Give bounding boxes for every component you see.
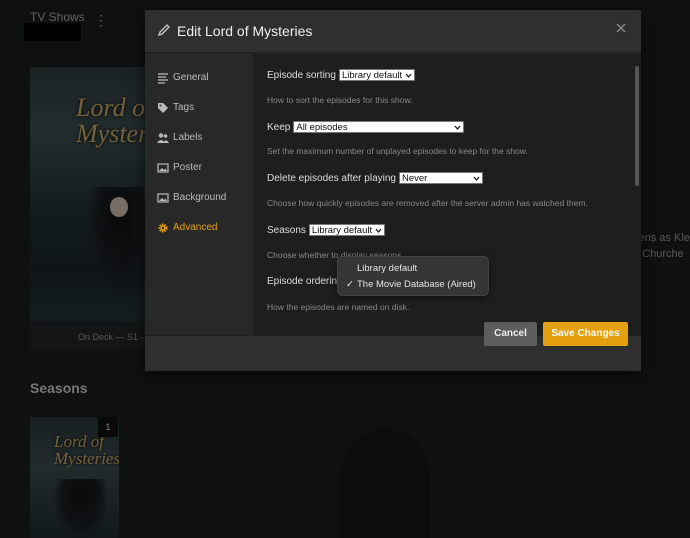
chevron-down-icon bbox=[473, 176, 480, 181]
episode-ordering-row: Episode ordering bbox=[267, 276, 346, 287]
delete-episodes-row: Delete episodes after playing Never bbox=[267, 172, 483, 184]
delete-episodes-help: Choose how quickly episodes are removed … bbox=[267, 198, 588, 208]
tag-icon bbox=[158, 103, 168, 113]
episode-ordering-label: Episode ordering bbox=[267, 276, 343, 287]
episode-sorting-value: Library default bbox=[341, 70, 403, 81]
delete-episodes-label: Delete episodes after playing bbox=[267, 172, 396, 184]
chevron-down-icon bbox=[454, 125, 461, 130]
dropdown-option-library-default[interactable]: Library default bbox=[357, 263, 417, 274]
episode-ordering-help: How the episodes are named on disk. bbox=[267, 302, 410, 312]
episode-ordering-dropdown: Library default ✓ The Movie Database (Ai… bbox=[337, 256, 489, 296]
image-icon bbox=[157, 193, 169, 203]
sidebar-item-label: Poster bbox=[173, 162, 202, 173]
checkmark-icon: ✓ bbox=[346, 279, 354, 290]
keep-label: Keep bbox=[267, 121, 291, 133]
scroll-thumb[interactable] bbox=[635, 66, 639, 186]
sidebar-item-label: Background bbox=[173, 192, 227, 203]
episode-sorting-row: Episode sorting Library default bbox=[267, 69, 416, 81]
episode-sorting-help: How to sort the episodes for this show. bbox=[267, 95, 413, 105]
seasons-row: Seasons Library default bbox=[267, 224, 386, 236]
seasons-value: Library default bbox=[311, 225, 373, 236]
dialog-header: Edit Lord of Mysteries bbox=[145, 10, 641, 53]
sidebar-item-label: Advanced bbox=[173, 222, 218, 233]
close-icon[interactable] bbox=[615, 22, 627, 34]
content-scrollbar[interactable] bbox=[632, 54, 641, 335]
keep-row: Keep All episodes bbox=[267, 121, 465, 133]
dialog-title: Edit Lord of Mysteries bbox=[177, 23, 313, 39]
sidebar-item-advanced[interactable]: Advanced bbox=[145, 214, 253, 242]
pencil-icon bbox=[157, 24, 170, 37]
chevron-down-icon bbox=[375, 228, 382, 233]
keep-select[interactable]: All episodes bbox=[293, 121, 465, 133]
seasons-select[interactable]: Library default bbox=[308, 224, 386, 236]
users-icon bbox=[157, 133, 169, 143]
sidebar-item-tags[interactable]: Tags bbox=[145, 94, 253, 122]
chevron-down-icon bbox=[405, 73, 412, 78]
edit-dialog: Edit Lord of Mysteries General Tags Labe… bbox=[145, 10, 641, 371]
delete-episodes-select[interactable]: Never bbox=[398, 172, 483, 184]
sidebar-item-general[interactable]: General bbox=[145, 64, 253, 92]
keep-help: Set the maximum number of unplayed episo… bbox=[267, 146, 528, 156]
cancel-button[interactable]: Cancel bbox=[484, 322, 537, 346]
gear-icon bbox=[158, 223, 168, 233]
sidebar-item-label: Labels bbox=[173, 132, 203, 143]
keep-value: All episodes bbox=[296, 122, 348, 133]
dialog-sidebar: General Tags Labels Poster Background Ad… bbox=[145, 54, 253, 335]
sidebar-item-poster[interactable]: Poster bbox=[145, 154, 253, 182]
seasons-label: Seasons bbox=[267, 224, 306, 236]
delete-episodes-value: Never bbox=[401, 173, 428, 184]
sidebar-item-label: Tags bbox=[173, 102, 195, 113]
sidebar-item-label: General bbox=[173, 72, 209, 83]
sidebar-item-background[interactable]: Background bbox=[145, 184, 253, 212]
episode-sorting-label: Episode sorting bbox=[267, 69, 336, 81]
image-icon bbox=[157, 163, 169, 173]
save-changes-button[interactable]: Save Changes bbox=[543, 322, 628, 346]
list-icon bbox=[158, 73, 168, 84]
dropdown-option-tmdb-aired[interactable]: The Movie Database (Aired) bbox=[357, 279, 476, 290]
sidebar-item-labels[interactable]: Labels bbox=[145, 124, 253, 152]
episode-sorting-select[interactable]: Library default bbox=[338, 69, 416, 81]
